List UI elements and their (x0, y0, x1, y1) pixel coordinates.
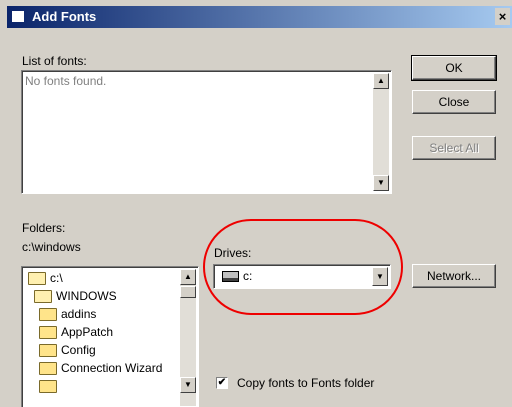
folder-item-c-root[interactable]: c:\ (28, 269, 63, 287)
copy-fonts-checkbox[interactable]: ✔ (216, 377, 228, 389)
ok-button-label: OK (445, 61, 463, 75)
close-button-label: Close (438, 95, 470, 109)
folder-item-addins[interactable]: addins (39, 305, 96, 323)
scroll-down-icon[interactable]: ▼ (373, 175, 389, 191)
folder-tree[interactable]: c:\ WINDOWS addins AppPatch Config Conne… (21, 266, 199, 407)
folder-item-label: Config (61, 343, 96, 357)
folder-item-label: Connection Wizard (61, 361, 163, 375)
window-icon (12, 11, 24, 22)
folder-item-windows[interactable]: WINDOWS (34, 287, 117, 305)
folder-icon (39, 326, 57, 340)
title-bar[interactable]: Add Fonts × (7, 6, 512, 28)
network-button-label: Network... (426, 269, 481, 283)
folder-icon (39, 380, 57, 394)
folder-item-apppatch[interactable]: AppPatch (39, 323, 113, 341)
chevron-down-icon[interactable]: ▼ (372, 267, 388, 286)
folder-item-label: AppPatch (61, 325, 114, 339)
drives-selected: c: (222, 269, 252, 283)
select-all-button[interactable]: Select All (412, 136, 496, 160)
folder-item-partial[interactable] (39, 377, 61, 395)
folder-item-label: addins (61, 307, 97, 321)
scroll-up-icon[interactable]: ▲ (373, 73, 389, 89)
scroll-down-icon[interactable]: ▼ (180, 377, 196, 393)
open-folder-icon (28, 272, 46, 286)
network-button[interactable]: Network... (412, 264, 496, 288)
close-button[interactable]: Close (412, 90, 496, 114)
select-all-button-label: Select All (429, 141, 479, 155)
drives-select[interactable]: c: ▼ (213, 264, 391, 289)
folder-item-config[interactable]: Config (39, 341, 96, 359)
close-icon[interactable]: × (495, 8, 510, 25)
folder-icon (39, 344, 57, 358)
drives-label: Drives: (214, 246, 252, 260)
ok-button[interactable]: OK (411, 55, 497, 81)
fonts-list-scrollbar[interactable]: ▲ ▼ (373, 73, 389, 191)
fonts-list-empty-text: No fonts found. (25, 74, 107, 88)
open-folder-icon (34, 290, 52, 304)
fonts-list[interactable]: No fonts found. ▲ ▼ (21, 70, 392, 194)
fonts-list-label: List of fonts: (22, 54, 87, 68)
add-fonts-dialog: Add Fonts × List of fonts: No fonts foun… (0, 0, 512, 407)
drives-selected-label: c: (243, 269, 253, 283)
scroll-up-icon[interactable]: ▲ (180, 269, 196, 285)
folder-tree-scrollbar[interactable]: ▲ ▼ (180, 269, 196, 406)
copy-fonts-label: Copy fonts to Fonts folder (237, 376, 375, 390)
folder-icon (39, 308, 57, 322)
scroll-thumb[interactable] (180, 286, 196, 298)
folder-item-label: WINDOWS (56, 289, 117, 303)
current-folder-path: c:\windows (22, 240, 81, 254)
window-title: Add Fonts (32, 9, 97, 24)
drive-icon (222, 271, 239, 283)
folder-icon (39, 362, 57, 376)
folder-item-connection-wizard[interactable]: Connection Wizard (39, 359, 176, 377)
folder-item-label: c:\ (50, 271, 63, 285)
folders-label: Folders: (22, 221, 66, 235)
